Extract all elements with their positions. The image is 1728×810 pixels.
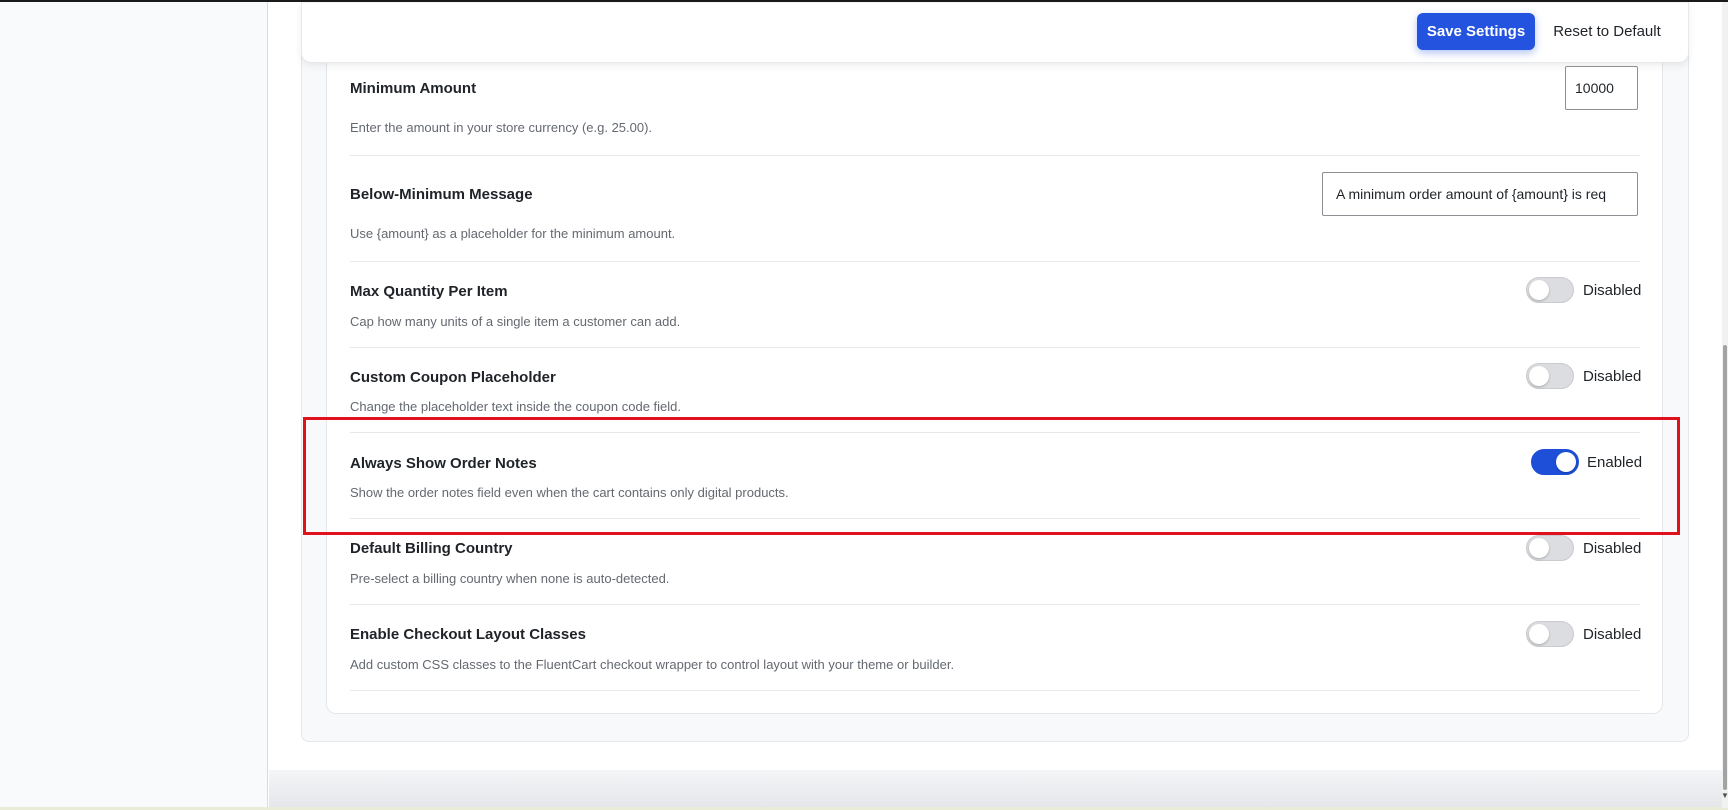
highlight-box bbox=[303, 417, 1680, 535]
setting-description: Enter the amount in your store currency … bbox=[350, 120, 653, 135]
setting-description: Add custom CSS classes to the FluentCart… bbox=[350, 657, 955, 672]
row-divider bbox=[350, 604, 1640, 605]
setting-label: Enable Checkout Layout Classes bbox=[350, 626, 586, 643]
setting-label: Minimum Amount bbox=[350, 80, 477, 97]
page-footer-band bbox=[269, 770, 1723, 808]
toggle-knob bbox=[1529, 538, 1549, 558]
below-minimum-message-input[interactable] bbox=[1322, 172, 1638, 216]
setting-label: Below-Minimum Message bbox=[350, 186, 533, 203]
vertical-scrollbar-thumb[interactable] bbox=[1723, 345, 1727, 790]
setting-row-minimum-amount: Minimum Amount Enter the amount in your … bbox=[350, 78, 1640, 138]
setting-label: Max Quantity Per Item bbox=[350, 283, 508, 300]
setting-description: Change the placeholder text inside the c… bbox=[350, 399, 682, 414]
reset-to-default-button[interactable]: Reset to Default bbox=[1548, 13, 1666, 50]
setting-row-enable-checkout-layout-classes: Enable Checkout Layout Classes Add custo… bbox=[350, 625, 1640, 675]
setting-description: Cap how many units of a single item a cu… bbox=[350, 314, 681, 329]
enable-checkout-layout-classes-toggle[interactable] bbox=[1526, 621, 1574, 647]
row-divider bbox=[350, 155, 1640, 156]
row-divider bbox=[350, 347, 1640, 348]
setting-label: Custom Coupon Placeholder bbox=[350, 369, 556, 386]
setting-description: Use {amount} as a placeholder for the mi… bbox=[350, 226, 676, 241]
minimum-amount-input[interactable] bbox=[1565, 66, 1638, 110]
row-divider bbox=[350, 261, 1640, 262]
setting-row-custom-coupon-placeholder: Custom Coupon Placeholder Change the pla… bbox=[350, 368, 1640, 418]
setting-label: Default Billing Country bbox=[350, 540, 513, 557]
toggle-state-label: Disabled bbox=[1583, 626, 1642, 643]
toggle-knob bbox=[1529, 366, 1549, 386]
scroll-down-arrow-icon[interactable]: ▼ bbox=[1721, 792, 1728, 800]
save-settings-button[interactable]: Save Settings bbox=[1417, 13, 1535, 50]
toggle-state-label: Disabled bbox=[1583, 282, 1642, 299]
setting-description: Pre-select a billing country when none i… bbox=[350, 571, 670, 586]
row-divider bbox=[350, 690, 1640, 691]
toggle-state-label: Disabled bbox=[1583, 368, 1642, 385]
custom-coupon-placeholder-toggle[interactable] bbox=[1526, 363, 1574, 389]
toggle-knob bbox=[1529, 280, 1549, 300]
default-billing-country-toggle[interactable] bbox=[1526, 535, 1574, 561]
left-sidebar-area bbox=[0, 2, 268, 808]
toggle-state-label: Disabled bbox=[1583, 540, 1642, 557]
setting-row-default-billing-country: Default Billing Country Pre-select a bil… bbox=[350, 539, 1640, 589]
max-quantity-toggle[interactable] bbox=[1526, 277, 1574, 303]
setting-row-max-quantity: Max Quantity Per Item Cap how many units… bbox=[350, 282, 1640, 332]
toggle-knob bbox=[1529, 624, 1549, 644]
